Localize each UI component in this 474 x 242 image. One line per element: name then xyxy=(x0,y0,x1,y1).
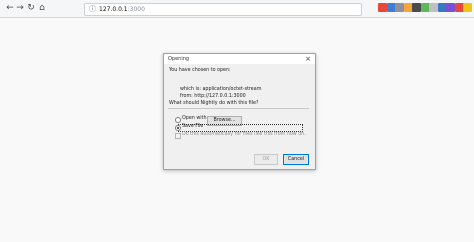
auto-label[interactable]: Do this automatically for files like thi… xyxy=(182,132,306,138)
ok-button[interactable]: OK xyxy=(254,154,278,165)
file-type-text: which is: application/octet-stream xyxy=(180,87,262,92)
info-icon[interactable]: ⓘ xyxy=(89,5,97,13)
auto-checkbox[interactable] xyxy=(175,133,181,139)
reload-icon[interactable]: ↻ xyxy=(26,3,36,13)
extension-icon[interactable] xyxy=(378,3,387,12)
extension-icon[interactable] xyxy=(395,3,404,12)
save-file-label[interactable]: Save File xyxy=(182,124,203,130)
extension-icon[interactable] xyxy=(429,3,438,12)
back-arrow-icon[interactable]: ← xyxy=(5,3,15,13)
home-icon[interactable]: ⌂ xyxy=(37,3,47,13)
browser-toolbar: ← → ↻ ⌂ ⓘ 127.0.0.1:3000 xyxy=(0,0,474,18)
extension-icon[interactable] xyxy=(412,3,421,12)
open-with-label[interactable]: Open with xyxy=(182,116,207,122)
dialog-title: Opening xyxy=(168,56,190,62)
dialog-titlebar: Opening × xyxy=(164,54,315,64)
save-file-radio[interactable] xyxy=(175,125,181,131)
extension-icon[interactable] xyxy=(446,3,455,12)
url-host: 127.0.0.1 xyxy=(99,6,128,13)
url-port: :3000 xyxy=(127,6,145,13)
intro-text: You have chosen to open: xyxy=(169,68,231,73)
opening-dialog: Opening × You have chosen to open: which… xyxy=(163,53,316,170)
cancel-button[interactable]: Cancel xyxy=(283,154,309,165)
forward-arrow-icon[interactable]: → xyxy=(15,3,25,13)
source-text: from: http://127.0.0.1:3000 xyxy=(180,94,246,99)
close-icon[interactable]: × xyxy=(305,54,311,64)
address-bar[interactable]: ⓘ 127.0.0.1:3000 xyxy=(84,3,362,16)
question-text: What should Nightly do with this file? xyxy=(169,101,259,106)
url-text[interactable]: 127.0.0.1:3000 xyxy=(99,4,145,15)
open-with-radio[interactable] xyxy=(175,117,181,123)
extension-icon[interactable] xyxy=(463,3,472,12)
